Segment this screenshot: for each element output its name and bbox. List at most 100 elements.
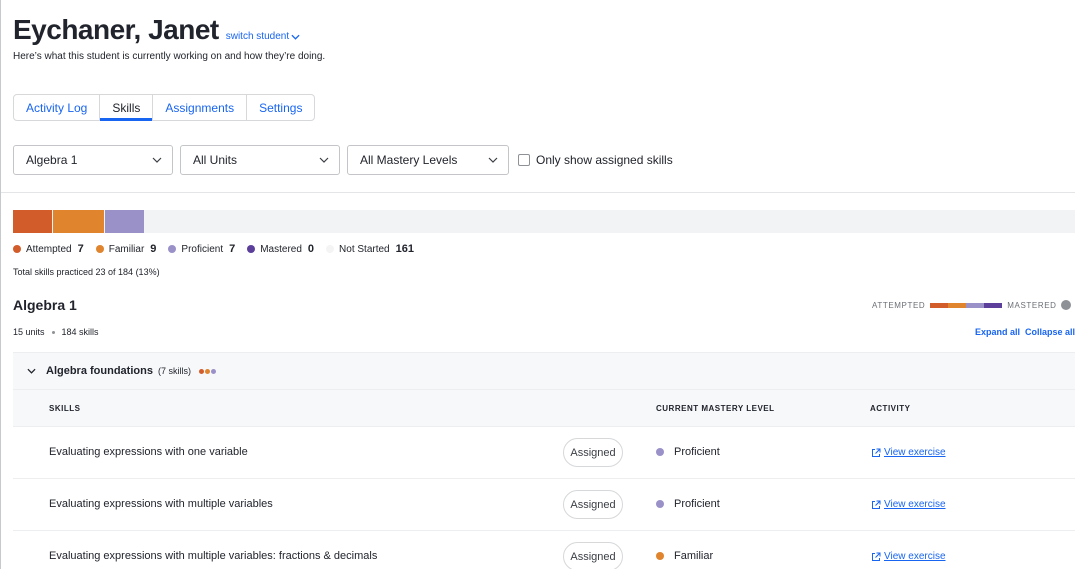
col-header-activity: ACTIVITY: [870, 404, 911, 413]
course-skills-count: 184 skills: [61, 327, 99, 337]
separator-dot: [51, 330, 55, 334]
view-exercise-label: View exercise: [884, 551, 946, 562]
tab-settings[interactable]: Settings: [247, 95, 314, 120]
scale-segment: [984, 302, 1003, 308]
info-icon[interactable]: [1060, 300, 1071, 310]
progress-segment-familiar: [53, 210, 104, 233]
mastery-scale: ATTEMPTED MASTERED: [872, 300, 1071, 310]
course-select[interactable]: Algebra 1: [13, 145, 173, 175]
unit-skill-count: (7 skills): [157, 366, 191, 376]
scale-segment: [930, 302, 949, 308]
title-row: Eychaner, Janet switch student: [13, 14, 325, 46]
proficient-dot-icon: [656, 500, 664, 508]
expand-collapse-links: Expand all Collapse all: [975, 327, 1075, 337]
col-header-mastery: CURRENT MASTERY LEVEL: [656, 404, 775, 413]
external-link-icon: [872, 552, 881, 561]
section-divider: [1, 192, 1075, 193]
proficient-dot-icon: [168, 245, 177, 253]
mastery-dot-icon: [198, 368, 204, 374]
skills-page: Eychaner, Janet switch student Here’s wh…: [0, 0, 1075, 569]
attempted-dot-icon: [13, 245, 21, 253]
legend-label: Familiar: [108, 243, 145, 255]
chevron-down-icon: [319, 157, 329, 163]
units-select-value: All Units: [193, 153, 238, 167]
external-link-icon: [872, 448, 881, 457]
unit-name: Algebra foundations: [46, 365, 153, 377]
mastery-level: Proficient: [656, 446, 720, 458]
view-exercise-label: View exercise: [884, 447, 946, 458]
tab-assignments[interactable]: Assignments: [153, 95, 248, 120]
legend-count: 7: [77, 243, 84, 255]
scale-start-label: ATTEMPTED: [872, 300, 926, 310]
view-exercise-link[interactable]: View exercise: [871, 551, 946, 562]
legend-count: 7: [229, 243, 236, 255]
course-select-value: Algebra 1: [26, 153, 78, 167]
view-exercise-label: View exercise: [884, 499, 946, 510]
page-subtitle: Here’s what this student is currently wo…: [13, 51, 326, 62]
switch-student-link[interactable]: switch student: [226, 31, 300, 42]
mastery-dot-icon: [210, 368, 216, 374]
course-title: Algebra 1: [13, 297, 77, 313]
view-exercise-link[interactable]: View exercise: [871, 447, 946, 458]
legend-proficient: Proficient 7: [168, 243, 235, 255]
scale-segment: [948, 302, 967, 308]
legend-count: 161: [395, 243, 414, 255]
skill-name: Evaluating expressions with multiple var…: [49, 498, 273, 510]
only-assigned-checkbox[interactable]: [518, 154, 530, 166]
mastery-level: Familiar: [656, 550, 713, 562]
mastery-label: Proficient: [674, 446, 720, 458]
mastery-level: Proficient: [656, 498, 720, 510]
student-name: Eychaner, Janet: [13, 14, 219, 45]
only-assigned-label: Only show assigned skills: [536, 153, 673, 167]
units-select[interactable]: All Units: [180, 145, 340, 175]
chevron-down-icon: [27, 368, 36, 374]
course-units-count: 15 units: [13, 327, 45, 337]
unit-header[interactable]: Algebra foundations (7 skills): [13, 352, 1075, 390]
external-link-icon: [872, 500, 881, 509]
legend-attempted: Attempted 7: [13, 243, 84, 255]
assigned-badge: Assigned: [563, 490, 623, 519]
col-header-skills: SKILLS: [49, 404, 81, 413]
mastery-dot-icon: [204, 368, 210, 374]
legend-familiar: Familiar 9: [95, 243, 156, 255]
mastery-legend: Attempted 7 Familiar 9 Proficient 7 Mast…: [13, 243, 426, 255]
student-header: Eychaner, Janet switch student Here’s wh…: [13, 14, 325, 62]
mastery-label: Familiar: [674, 550, 714, 562]
skill-name: Evaluating expressions with multiple var…: [49, 550, 378, 562]
tab-activity-log[interactable]: Activity Log: [14, 95, 101, 120]
collapse-all-link[interactable]: Collapse all: [1025, 327, 1075, 337]
scale-bar: [930, 302, 1003, 308]
switch-student-label: switch student: [225, 31, 290, 42]
familiar-dot-icon: [656, 552, 664, 560]
view-exercise-link[interactable]: View exercise: [871, 499, 946, 510]
chevron-down-icon: [488, 157, 498, 163]
mastery-levels-select[interactable]: All Mastery Levels: [347, 145, 509, 175]
only-assigned-toggle[interactable]: Only show assigned skills: [518, 153, 673, 167]
chevron-down-icon: [291, 34, 300, 40]
familiar-dot-icon: [95, 245, 104, 253]
skills-progress-bar: [13, 210, 1075, 233]
table-row: Evaluating expressions with multiple var…: [13, 531, 1075, 569]
mastery-label: Proficient: [674, 498, 720, 510]
tab-skills[interactable]: Skills: [100, 95, 154, 121]
progress-segment-attempted: [13, 210, 52, 233]
not-started-dot-icon: [326, 245, 335, 253]
tab-bar: Activity Log Skills Assignments Settings: [13, 94, 316, 121]
mastery-levels-select-value: All Mastery Levels: [360, 153, 458, 167]
progress-segment-proficient: [105, 210, 144, 233]
legend-count: 0: [307, 243, 315, 255]
assigned-badge: Assigned: [563, 542, 623, 569]
chevron-down-icon: [152, 157, 162, 163]
proficient-dot-icon: [656, 448, 664, 456]
scale-end-label: MASTERED: [1007, 300, 1057, 310]
legend-label: Mastered: [260, 243, 302, 255]
mastered-dot-icon: [247, 245, 256, 253]
legend-label: Not Started: [339, 243, 390, 255]
skills-table-header: SKILLS CURRENT MASTERY LEVEL ACTIVITY: [13, 390, 1075, 427]
total-practiced: Total skills practiced 23 of 184 (13%): [13, 267, 160, 277]
expand-all-link[interactable]: Expand all: [975, 327, 1020, 337]
legend-label: Proficient: [181, 243, 224, 255]
table-row: Evaluating expressions with multiple var…: [13, 479, 1075, 531]
assigned-badge: Assigned: [563, 438, 623, 467]
legend-label: Attempted: [26, 243, 72, 255]
